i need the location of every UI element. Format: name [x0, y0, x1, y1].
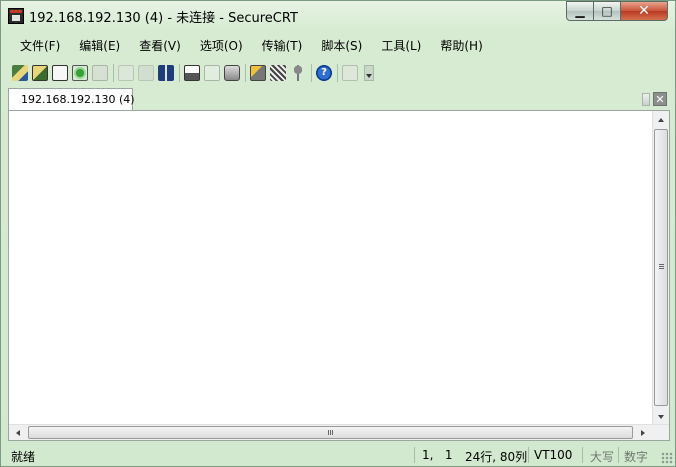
toolbar-separator	[113, 64, 114, 82]
scroll-left-button[interactable]	[10, 425, 26, 440]
copy-icon[interactable]	[118, 65, 134, 81]
window-title: 192.168.192.130 (4) - 未连接 - SecureCRT	[29, 11, 298, 26]
print-screen-icon[interactable]	[184, 65, 200, 81]
toolbar-separator	[311, 64, 312, 82]
paste-icon[interactable]	[138, 65, 154, 81]
quick-connect-icon[interactable]	[32, 65, 48, 81]
menu-file[interactable]: 文件(F)	[9, 36, 68, 56]
menu-bar: 文件(F) 编辑(E) 查看(V) 选项(O) 传输(T) 脚本(S) 工具(L…	[9, 36, 491, 56]
reconnect-icon[interactable]	[72, 65, 88, 81]
grip-icon	[328, 430, 334, 435]
scroll-right-button[interactable]	[635, 425, 651, 440]
status-divider	[618, 447, 619, 463]
keymap-icon[interactable]	[342, 65, 358, 81]
connect-icon[interactable]	[12, 65, 28, 81]
session-tab-bar: 192.168.192.130 (4) ✕	[8, 88, 670, 110]
title-bar[interactable]: 192.168.192.130 (4) - 未连接 - SecureCRT ▁ …	[1, 1, 675, 31]
status-cursor-position: 1, 1	[422, 448, 453, 462]
status-divider	[528, 447, 529, 463]
arrow-up-icon	[658, 118, 664, 122]
grip-icon	[659, 264, 664, 270]
status-terminal-type: VT100	[534, 448, 573, 462]
toolbar: ?	[12, 62, 374, 84]
horizontal-scrollbar[interactable]	[9, 424, 669, 440]
disconnect-icon[interactable]	[92, 65, 108, 81]
menu-options[interactable]: 选项(O)	[189, 36, 251, 56]
menu-help[interactable]: 帮助(H)	[429, 36, 490, 56]
arrow-right-icon	[641, 429, 645, 436]
minimize-button[interactable]: ▁	[566, 1, 594, 21]
print-icon[interactable]	[224, 65, 240, 81]
key-generator-icon[interactable]	[290, 65, 306, 81]
securecrt-window: 192.168.192.130 (4) - 未连接 - SecureCRT ▁ …	[0, 0, 676, 467]
status-terminal-size: 24行, 80列	[465, 450, 528, 464]
horizontal-scroll-thumb[interactable]	[28, 426, 633, 439]
global-options-icon[interactable]	[270, 65, 286, 81]
print-selection-icon[interactable]	[204, 65, 220, 81]
window-controls: ▁ □ ✕	[566, 1, 668, 21]
menu-tools[interactable]: 工具(L)	[370, 36, 429, 56]
connect-in-tab-icon[interactable]	[52, 65, 68, 81]
arrow-left-icon	[16, 429, 20, 436]
maximize-button[interactable]: □	[594, 1, 621, 21]
menu-view[interactable]: 查看(V)	[128, 36, 189, 56]
toolbar-separator	[245, 64, 246, 82]
securecrt-app-icon[interactable]	[8, 8, 24, 24]
menu-transfer[interactable]: 传输(T)	[251, 36, 311, 56]
resize-grip-icon[interactable]	[661, 452, 673, 464]
terminal-area[interactable]	[8, 110, 670, 441]
vertical-scrollbar[interactable]	[652, 111, 669, 426]
menu-script[interactable]: 脚本(S)	[310, 36, 370, 56]
toolbar-separator	[337, 64, 338, 82]
toolbar-separator	[179, 64, 180, 82]
session-tab-label: 192.168.192.130 (4)	[21, 93, 135, 106]
scroll-up-button[interactable]	[653, 112, 669, 128]
close-button[interactable]: ✕	[621, 1, 668, 21]
help-icon[interactable]: ?	[316, 65, 332, 81]
tab-scroll-button[interactable]	[642, 93, 650, 106]
toolbar-overflow-dropdown[interactable]	[364, 65, 374, 81]
scroll-down-button[interactable]	[653, 409, 669, 425]
status-num-lock: 数字	[624, 450, 649, 464]
status-bar: 就绪 1, 1 24行, 80列 VT100 大写 数字	[1, 444, 675, 466]
session-tab[interactable]: 192.168.192.130 (4)	[8, 88, 135, 110]
vertical-scroll-thumb[interactable]	[654, 129, 668, 406]
status-ready-text: 就绪	[11, 450, 36, 464]
close-tab-button[interactable]: ✕	[653, 92, 667, 106]
session-options-icon[interactable]	[250, 65, 266, 81]
menu-edit[interactable]: 编辑(E)	[68, 36, 128, 56]
arrow-down-icon	[658, 415, 664, 419]
status-divider	[582, 447, 583, 463]
status-caps-lock: 大写	[590, 450, 615, 464]
status-divider	[414, 447, 415, 463]
find-icon[interactable]	[158, 65, 174, 81]
